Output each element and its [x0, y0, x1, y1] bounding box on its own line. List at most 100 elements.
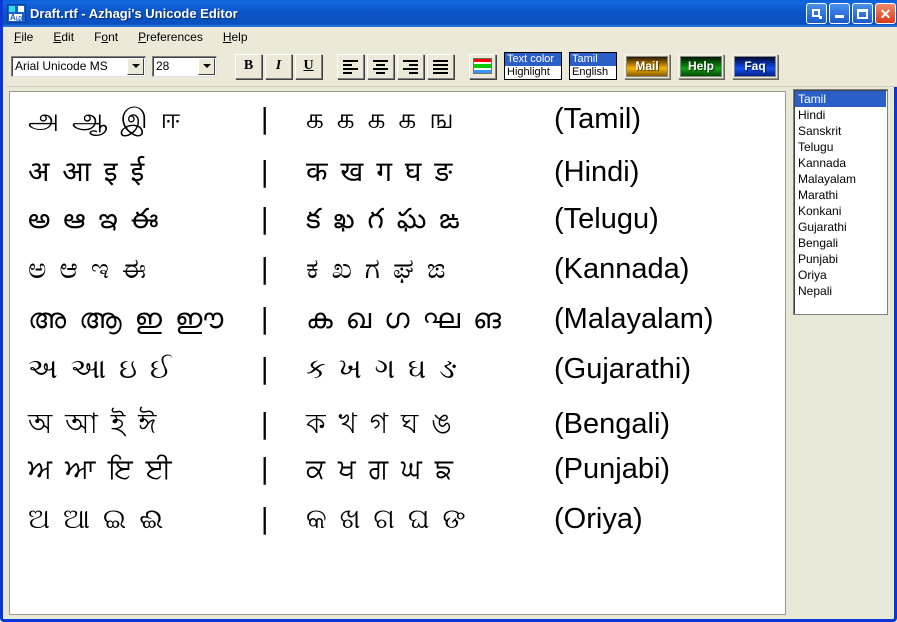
language-label-cell: (Kannada) [554, 253, 689, 286]
faq-button-label: Faq [734, 56, 776, 77]
document-content: அ ஆ இ ஈ | க க க க ங (Tamil) अ आ इ ई | क … [10, 92, 785, 552]
maximize-button[interactable] [852, 3, 873, 24]
bold-button[interactable]: B [235, 54, 262, 79]
separator-cell: | [260, 407, 306, 440]
consonants-cell: ਕ ਖ ਗ ਘ ਙ [306, 452, 554, 486]
menu-item-help[interactable]: Help [223, 30, 248, 44]
text-line: অ আ ই ঈ | ক খ গ ঘ ঙ (Bengali) [28, 402, 785, 452]
list-item-marathi[interactable]: Marathi [795, 187, 886, 203]
text-editor-area[interactable]: அ ஆ இ ஈ | க க க க ங (Tamil) अ आ इ ई | क … [9, 91, 786, 615]
chevron-down-icon[interactable] [198, 58, 215, 75]
language-label-cell: (Oriya) [554, 503, 643, 536]
text-line: அ ஆ இ ஈ | க க க க ங (Tamil) [28, 102, 785, 152]
text-line: అ ఆ ఇ ఈ | క ఖ గ ఘ ఙ (Telugu) [28, 202, 785, 252]
list-item-hindi[interactable]: Hindi [795, 107, 886, 123]
separator-cell: | [260, 302, 306, 335]
list-item-malayalam[interactable]: Malayalam [795, 171, 886, 187]
language-label-cell: (Telugu) [554, 203, 659, 236]
separator-cell: | [260, 102, 306, 135]
tamil-mode-option[interactable]: Tamil [570, 53, 616, 66]
consonants-cell: ಕ ಖ ಗ ಘ ಙ [306, 252, 554, 286]
text-line: ଅ ଆ ଇ ଈ | କ ଖ ଗ ଘ ଙ (Oriya) [28, 502, 785, 552]
list-item-bengali[interactable]: Bengali [795, 235, 886, 251]
font-size-combobox[interactable]: 28 [152, 56, 217, 77]
underline-button[interactable]: U [295, 54, 322, 79]
restore-icon [812, 9, 822, 19]
menu-item-edit[interactable]: Edit [53, 30, 74, 44]
language-label-cell: (Bengali) [554, 408, 670, 441]
menu-item-file[interactable]: File [14, 30, 33, 44]
list-item-gujarathi[interactable]: Gujarathi [795, 219, 886, 235]
language-mode-toggle[interactable]: Tamil English [569, 52, 617, 80]
faq-button[interactable]: Faq [732, 54, 778, 79]
separator-cell: | [260, 252, 306, 285]
text-line: अ आ इ ई | क ख ग घ ङ (Hindi) [28, 152, 785, 202]
help-button[interactable]: Help [678, 54, 724, 79]
separator-cell: | [260, 452, 306, 485]
app-icon: Aழ [7, 4, 26, 23]
list-item-sanskrit[interactable]: Sanskrit [795, 123, 886, 139]
text-color-option[interactable]: Text color [505, 53, 561, 66]
toolbar: Arial Unicode MS 28 B I U [6, 47, 897, 87]
font-family-combobox[interactable]: Arial Unicode MS [11, 56, 146, 77]
window-title: Draft.rtf - Azhagi's Unicode Editor [30, 6, 238, 21]
separator-cell: | [260, 502, 306, 535]
title-bar: Aழ Draft.rtf - Azhagi's Unicode Editor ✕ [3, 0, 897, 27]
list-item-telugu[interactable]: Telugu [795, 139, 886, 155]
english-mode-option[interactable]: English [570, 66, 616, 79]
vowels-cell: അ ആ ഇ ഈ [28, 302, 260, 336]
minimize-icon [835, 15, 844, 18]
align-left-button[interactable] [337, 54, 364, 79]
vowels-cell: ਅ ਆ ਇ ਈ [28, 452, 260, 486]
restore-button[interactable] [806, 3, 827, 24]
align-justify-icon [433, 60, 448, 72]
list-item-oriya[interactable]: Oriya [795, 267, 886, 283]
language-label-cell: (Tamil) [554, 103, 641, 136]
consonants-cell: ક ખ ગ ઘ ઙ [306, 352, 554, 386]
text-line: અ આ ઇ ઈ | ક ખ ગ ઘ ઙ (Gujarathi) [28, 352, 785, 402]
consonants-cell: க க க க ங [306, 102, 554, 139]
menu-item-preferences[interactable]: Preferences [138, 30, 203, 44]
vowels-cell: அ ஆ இ ஈ [28, 102, 260, 139]
highlight-option[interactable]: Highlight [505, 66, 561, 79]
font-family-value: Arial Unicode MS [12, 59, 126, 73]
italic-button[interactable]: I [265, 54, 292, 79]
application-window: Aழ Draft.rtf - Azhagi's Unicode Editor ✕… [0, 0, 897, 622]
align-left-icon [343, 60, 358, 72]
menu-item-font[interactable]: Font [94, 30, 118, 44]
text-line: ਅ ਆ ਇ ਈ | ਕ ਖ ਗ ਘ ਙ (Punjabi) [28, 452, 785, 502]
language-label-cell: (Gujarathi) [554, 353, 691, 386]
maximize-icon [857, 9, 868, 19]
align-justify-button[interactable] [427, 54, 454, 79]
text-line: ಅ ಆ ಇ ಈ | ಕ ಖ ಗ ಘ ಙ (Kannada) [28, 252, 785, 302]
vowels-cell: అ ఆ ఇ ఈ [28, 202, 260, 242]
list-item-tamil[interactable]: Tamil [795, 91, 886, 107]
language-listbox[interactable]: Tamil Hindi Sanskrit Telugu Kannada Mala… [793, 89, 888, 315]
align-center-button[interactable] [367, 54, 394, 79]
vowels-cell: अ आ इ ई [28, 152, 260, 190]
list-item-konkani[interactable]: Konkani [795, 203, 886, 219]
list-item-punjabi[interactable]: Punjabi [795, 251, 886, 267]
list-item-kannada[interactable]: Kannada [795, 155, 886, 171]
color-swatch-icon [473, 58, 492, 74]
help-button-label: Help [680, 56, 722, 77]
close-button[interactable]: ✕ [875, 3, 896, 24]
mail-button[interactable]: Mail [624, 54, 670, 79]
window-controls: ✕ [806, 3, 896, 24]
language-label-cell: (Hindi) [554, 156, 639, 189]
text-line: അ ആ ഇ ഈ | ക ഖ ഗ ഘ ങ (Malayalam) [28, 302, 785, 352]
list-item-nepali[interactable]: Nepali [795, 283, 886, 299]
align-center-icon [373, 60, 388, 72]
separator-cell: | [260, 202, 306, 235]
menu-bar: File Edit Font Preferences Help [6, 27, 897, 47]
chevron-down-icon[interactable] [127, 58, 144, 75]
vowels-cell: અ આ ઇ ઈ [28, 352, 260, 386]
align-right-icon [403, 60, 418, 72]
align-right-button[interactable] [397, 54, 424, 79]
minimize-button[interactable] [829, 3, 850, 24]
separator-cell: | [260, 155, 306, 188]
text-color-highlight-toggle[interactable]: Text color Highlight [504, 52, 562, 80]
color-palette-button[interactable] [469, 54, 496, 79]
consonants-cell: క ఖ గ ఘ ఙ [306, 202, 554, 242]
mail-button-label: Mail [626, 56, 668, 77]
